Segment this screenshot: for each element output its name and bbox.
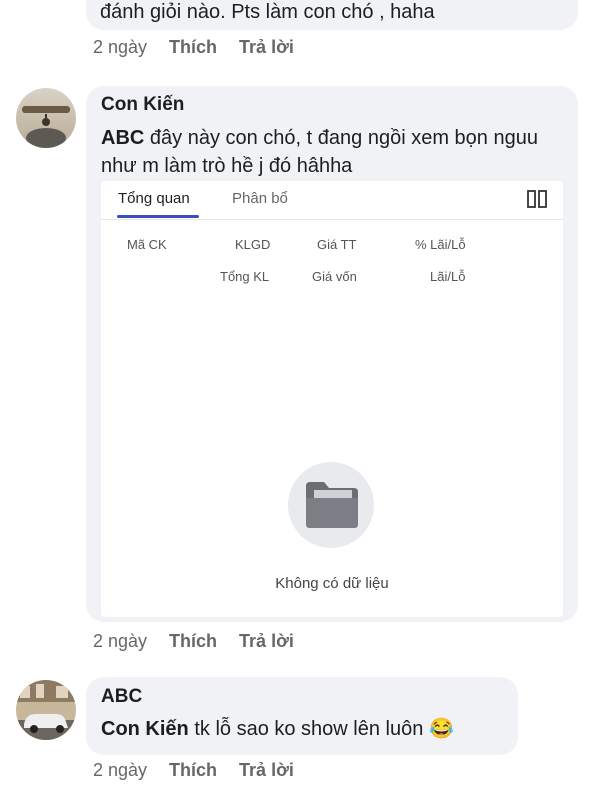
column-header-total-volume: Tổng KL xyxy=(220,269,270,284)
folder-icon xyxy=(304,480,360,535)
laughing-emoji-icon: 😂 xyxy=(428,718,454,740)
empty-state-badge xyxy=(288,462,374,548)
comment-body: tk lỗ sao ko show lên luôn xyxy=(188,718,424,740)
comment-text: Con Kiến tk lỗ sao ko show lên luôn 😂 xyxy=(101,715,454,743)
column-header-market-price: Giá TT xyxy=(317,237,357,252)
comment-body: đây này con chó, t đang ngồi xem bọn ngu… xyxy=(101,127,538,177)
tab-allocation[interactable]: Phân bổ xyxy=(232,190,288,207)
like-button[interactable]: Thích xyxy=(169,631,217,652)
column-header-pl: Lãi/Lỗ xyxy=(430,269,466,284)
comment-time: 2 ngày xyxy=(93,760,148,780)
comment-author[interactable]: Con Kiến xyxy=(101,94,184,116)
comment-meta-2: 2 ngày Thích Trả lời xyxy=(93,631,294,652)
comment-text: ABC đây này con chó, t đang ngồi xem bọn… xyxy=(101,124,561,180)
column-header-ticker: Mã CK xyxy=(127,237,167,252)
comment-meta-3: 2 ngày Thích Trả lời xyxy=(93,760,294,781)
comment-time: 2 ngày xyxy=(93,631,148,651)
column-header-pl-percent: % Lãi/Lỗ xyxy=(415,237,466,252)
avatar-abc[interactable] xyxy=(16,680,76,740)
column-header-cost-price: Giá vốn xyxy=(312,269,357,284)
comment-meta-top: 2 ngày Thích Trả lời xyxy=(93,37,294,58)
empty-state-text: Không có dữ liệu xyxy=(275,575,389,592)
tab-bar: Tổng quan Phân bổ xyxy=(101,181,563,220)
like-button[interactable]: Thích xyxy=(169,37,217,58)
portfolio-attachment[interactable]: Tổng quan Phân bổ Mã CK KLGD Giá TT % Lã… xyxy=(101,181,563,617)
comment-text-top: đánh giỏi nào. Pts làm con chó , haha xyxy=(100,1,435,23)
column-header-volume: KLGD xyxy=(235,237,271,252)
comment-author[interactable]: ABC xyxy=(101,686,142,708)
mention-tag[interactable]: Con Kiến xyxy=(101,718,189,740)
like-button[interactable]: Thích xyxy=(169,760,217,781)
avatar-con-kien[interactable] xyxy=(16,88,76,148)
reply-button[interactable]: Trả lời xyxy=(239,760,294,781)
columns-toggle-icon[interactable] xyxy=(527,190,547,208)
reply-button[interactable]: Trả lời xyxy=(239,631,294,652)
comment-time: 2 ngày xyxy=(93,37,148,57)
mention-tag[interactable]: ABC xyxy=(101,127,144,149)
reply-button[interactable]: Trả lời xyxy=(239,37,294,58)
tab-overview[interactable]: Tổng quan xyxy=(118,190,190,207)
active-tab-indicator xyxy=(117,215,199,218)
